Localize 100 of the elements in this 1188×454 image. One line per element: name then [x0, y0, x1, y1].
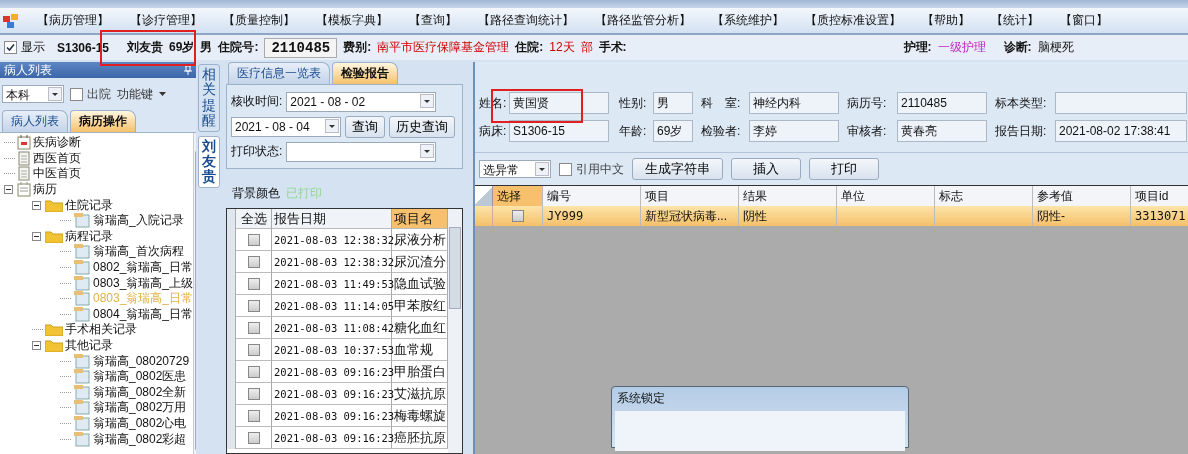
column-header[interactable]: 项目id: [1131, 186, 1188, 206]
row-checkbox[interactable]: [247, 343, 260, 356]
date-to-picker[interactable]: 2021 - 08 - 04: [231, 116, 341, 137]
discharged-checkbox[interactable]: 出院: [70, 85, 111, 103]
column-header[interactable]: 选择: [493, 186, 543, 206]
side-tab[interactable]: 刘友贵: [198, 135, 220, 188]
row-selector[interactable]: [227, 427, 236, 449]
side-tab[interactable]: 相关提醒: [198, 64, 220, 132]
patient-sex: 男: [200, 39, 213, 56]
history-query-button[interactable]: 历史查询: [389, 115, 455, 138]
row-selector[interactable]: [227, 209, 236, 229]
menu-item[interactable]: 【模板字典】: [308, 12, 401, 29]
scrollbar[interactable]: [448, 209, 462, 453]
document-icon: [73, 306, 91, 322]
toolbar-button[interactable]: 插入: [731, 158, 801, 180]
row-checkbox[interactable]: [247, 255, 260, 268]
folder-icon: [45, 198, 63, 212]
menu-item[interactable]: 【质量控制】: [215, 12, 308, 29]
text-field[interactable]: 神经内科: [749, 92, 839, 114]
show-checkbox[interactable]: 显示: [4, 39, 45, 56]
admission-field: 2110485: [264, 37, 338, 58]
menu-item[interactable]: 【统计】: [983, 12, 1052, 29]
column-header[interactable]: 全选: [236, 209, 272, 229]
dropdown-arrow-icon[interactable]: [159, 92, 166, 97]
tree-item[interactable]: 翁瑞高_0802心电: [93, 415, 187, 432]
collapse-icon[interactable]: [4, 185, 13, 195]
text-field[interactable]: 69岁: [653, 120, 693, 142]
text-field[interactable]: 2110485: [897, 92, 987, 114]
text-field[interactable]: [1055, 92, 1187, 114]
menu-item[interactable]: 【系统维护】: [704, 12, 797, 29]
content-tab[interactable]: 检验报告: [332, 62, 398, 84]
result-row[interactable]: JY999 新型冠状病毒... 阴性 阴性- 3313071: [475, 206, 1188, 226]
select-all-corner[interactable]: [475, 186, 493, 206]
patient-name: 刘友贵: [127, 39, 164, 56]
row-checkbox[interactable]: [247, 365, 260, 378]
toolbar-button[interactable]: 打印: [809, 158, 879, 180]
text-field[interactable]: 黄国贤: [509, 92, 609, 114]
panel-tab[interactable]: 病历操作: [70, 110, 136, 132]
table-cell-text: 3313071: [1134, 208, 1187, 225]
tree-item[interactable]: 翁瑞高_0802医患: [93, 368, 187, 386]
stay-value: 12天: [549, 39, 575, 56]
tree-item[interactable]: 其他记录: [65, 337, 113, 354]
row-checkbox[interactable]: [511, 210, 524, 222]
tree-item[interactable]: 翁瑞高_0802全新: [93, 383, 187, 401]
row-checkbox[interactable]: [247, 387, 260, 400]
query-button[interactable]: 查询: [345, 115, 385, 138]
table-cell: JY999: [543, 206, 641, 226]
tree-item[interactable]: 手术相关记录: [65, 321, 137, 339]
menu-item[interactable]: 【诊疗管理】: [122, 12, 215, 29]
text-field[interactable]: S1306-15: [509, 120, 609, 142]
tree-item[interactable]: 翁瑞高_首次病程: [93, 243, 184, 261]
collapse-icon[interactable]: [32, 341, 41, 350]
tree-item[interactable]: 中医首页: [33, 165, 81, 183]
tree-item[interactable]: 翁瑞高_08020729: [93, 352, 190, 370]
page-icon: [17, 150, 31, 166]
use-chinese-checkbox[interactable]: 引用中文: [559, 160, 624, 178]
menu-item[interactable]: 【路径监管分析】: [587, 12, 704, 29]
content-tab[interactable]: 医疗信息一览表: [228, 62, 330, 84]
tree-item[interactable]: 疾病诊断: [33, 134, 81, 152]
row-checkbox[interactable]: [247, 299, 260, 312]
tree-item[interactable]: 0804_翁瑞高_日常: [93, 305, 194, 323]
row-checkbox[interactable]: [247, 409, 260, 422]
print-status-label: 打印状态:: [231, 143, 283, 160]
tree-item[interactable]: 住院记录: [65, 196, 113, 214]
scrollbar[interactable]: [193, 133, 196, 454]
document-icon: [73, 275, 91, 291]
tree-item[interactable]: 0802_翁瑞高_日常: [93, 259, 194, 277]
text-field[interactable]: 男: [653, 92, 693, 114]
menu-item[interactable]: 【帮助】: [914, 12, 983, 29]
row-checkbox[interactable]: [247, 233, 260, 246]
column-header[interactable]: 项目名: [392, 209, 448, 229]
dept-dropdown[interactable]: 本科: [2, 85, 64, 103]
tree-item[interactable]: 翁瑞高_入院记录: [93, 212, 184, 230]
tree-item[interactable]: 翁瑞高_0802万用: [93, 399, 187, 417]
menu-item[interactable]: 【病历管理】: [29, 12, 122, 29]
panel-tab[interactable]: 病人列表: [2, 110, 68, 132]
tree-item[interactable]: 0803_翁瑞高_上级: [93, 274, 194, 292]
tree-item[interactable]: 翁瑞高_0802彩超: [93, 430, 187, 448]
row-checkbox[interactable]: [247, 321, 260, 334]
row-checkbox[interactable]: [247, 277, 260, 290]
filter-dropdown[interactable]: 选异常: [479, 160, 551, 178]
toolbar-button[interactable]: 生成字符串: [632, 158, 723, 180]
row-checkbox[interactable]: [247, 431, 260, 444]
menu-item[interactable]: 【窗口】: [1052, 12, 1121, 29]
collapse-icon[interactable]: [32, 200, 41, 210]
text-field[interactable]: 黄春亮: [897, 120, 987, 142]
text-field[interactable]: 2021-08-02 17:38:41: [1055, 120, 1187, 142]
menu-item[interactable]: 【质控标准设置】: [797, 12, 914, 29]
tree-item[interactable]: 西医首页: [33, 149, 81, 167]
function-key-menu[interactable]: 功能键: [117, 85, 166, 103]
tree-item[interactable]: 病历: [33, 181, 57, 199]
text-field[interactable]: 李婷: [749, 120, 839, 142]
date-from-picker[interactable]: 2021 - 08 - 02: [286, 91, 437, 112]
field-label: 标本类型:: [995, 94, 1048, 112]
menu-item[interactable]: 【查询】: [401, 12, 470, 29]
menu-item[interactable]: 【路径查询统计】: [470, 12, 587, 29]
table-cell: 新型冠状病毒...: [641, 206, 739, 226]
tree-item[interactable]: 病程记录: [65, 227, 113, 245]
pin-icon: [184, 65, 192, 75]
collapse-icon[interactable]: [32, 231, 41, 241]
